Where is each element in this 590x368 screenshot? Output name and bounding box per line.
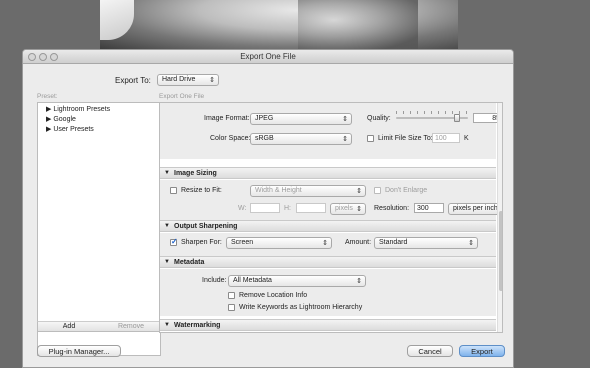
size-unit-value: pixels (335, 205, 353, 212)
size-unit-select[interactable]: pixels ⇕ (330, 203, 366, 215)
preset-label: Preset: (37, 93, 58, 100)
photo-hair (298, 0, 418, 50)
include-metadata-value: All Metadata (233, 277, 272, 284)
preset-item-lightroom[interactable]: ▶ Lightroom Presets (46, 105, 110, 113)
export-one-file-label: Export One File (159, 93, 205, 100)
disclosure-triangle-icon[interactable]: ▶ (46, 126, 51, 133)
resolution-label: Resolution: (374, 205, 410, 212)
image-sizing-title: Image Sizing (174, 170, 217, 177)
background-photo (100, 0, 458, 50)
export-to-select[interactable]: Hard Drive ⇕ (157, 74, 219, 86)
image-format-label: Image Format: (204, 115, 250, 122)
photo-hand (100, 0, 134, 40)
popup-arrow-icon: ⇕ (342, 136, 348, 143)
preset-label-google: Google (53, 116, 76, 123)
remove-location-checkbox[interactable] (228, 292, 235, 299)
quality-slider-knob[interactable] (454, 114, 461, 122)
image-format-select[interactable]: JPEG ⇕ (250, 113, 352, 125)
resolution-unit-select[interactable]: pixels per inch ⇕ (448, 203, 503, 215)
include-metadata-select[interactable]: All Metadata ⇕ (228, 275, 366, 287)
popup-arrow-icon: ⇕ (322, 240, 328, 247)
disclosure-triangle-icon[interactable]: ▶ (46, 116, 51, 123)
watermarking-header[interactable]: Watermarking (160, 319, 496, 331)
amount-select[interactable]: Standard ⇕ (374, 237, 478, 249)
popup-arrow-icon: ⇕ (356, 278, 362, 285)
sharpen-for-label: Sharpen For: (181, 239, 222, 246)
popup-arrow-icon: ⇕ (342, 116, 348, 123)
popup-arrow-icon: ⇕ (502, 205, 503, 213)
height-input[interactable] (296, 203, 326, 213)
sharpen-for-value: Screen (231, 239, 254, 246)
export-button[interactable]: Export (459, 345, 505, 357)
metadata-header[interactable]: Metadata (160, 256, 496, 268)
width-input[interactable] (250, 203, 280, 213)
export-to-value: Hard Drive (162, 76, 196, 83)
cancel-button[interactable]: Cancel (407, 345, 453, 357)
image-sizing-header[interactable]: Image Sizing (160, 167, 496, 179)
write-keywords-label: Write Keywords as Lightroom Hierarchy (239, 304, 363, 311)
limit-file-size-checkbox[interactable] (367, 135, 374, 142)
limit-file-size-unit: K (464, 135, 469, 142)
write-keywords-checkbox[interactable] (228, 304, 235, 311)
preset-list: ▶ Lightroom Presets ▶ Google ▶ User Pres… (37, 102, 161, 356)
output-sharpening-title: Output Sharpening (174, 223, 238, 230)
sharpen-for-checkbox[interactable] (170, 237, 178, 246)
metadata-body: Include: All Metadata ⇕ Remove Location … (160, 269, 496, 316)
include-label: Include: (202, 277, 227, 284)
preset-label-lightroom: Lightroom Presets (53, 106, 111, 113)
resize-mode-value: Width & Height (255, 187, 302, 194)
amount-value: Standard (379, 239, 408, 246)
output-sharpening-header[interactable]: Output Sharpening (160, 220, 496, 232)
scrollbar-thumb[interactable] (499, 211, 502, 291)
file-settings-body: Image Format: JPEG ⇕ Quality: 85 Color S… (160, 103, 502, 159)
remove-location-label: Remove Location Info (239, 292, 308, 299)
limit-file-size-input[interactable]: 100 (432, 133, 460, 143)
remove-preset-button[interactable]: Remove (100, 323, 162, 330)
add-preset-button[interactable]: Add (38, 323, 100, 330)
settings-scrollbar[interactable] (497, 103, 502, 332)
preset-item-google[interactable]: ▶ Google (46, 115, 76, 123)
title-bar: Export One File (23, 50, 513, 64)
dont-enlarge-checkbox[interactable] (374, 187, 381, 194)
height-label: H: (284, 205, 291, 212)
color-space-label: Color Space: (210, 135, 251, 142)
export-dialog: Export One File Export To: Hard Drive ⇕ … (22, 49, 514, 368)
resize-mode-select[interactable]: Width & Height ⇕ (250, 185, 366, 197)
preset-item-user[interactable]: ▶ User Presets (46, 125, 94, 133)
window-title: Export One File (240, 52, 296, 61)
resize-to-fit-label: Resize to Fit: (181, 187, 222, 194)
preset-footer: Add Remove (37, 321, 161, 332)
resolution-input[interactable]: 300 (414, 203, 444, 213)
image-format-value: JPEG (255, 115, 274, 122)
popup-arrow-icon: ⇕ (356, 188, 362, 195)
popup-arrow-icon: ⇕ (209, 77, 215, 84)
resolution-unit-value: pixels per inch (453, 205, 498, 212)
dont-enlarge-label: Don't Enlarge (385, 187, 428, 194)
amount-label: Amount: (345, 239, 372, 246)
popup-arrow-icon: ⇕ (468, 240, 474, 247)
color-space-value: sRGB (255, 135, 274, 142)
disclosure-triangle-icon[interactable]: ▶ (46, 106, 51, 113)
image-sizing-body: Resize to Fit: Width & Height ⇕ Don't En… (160, 180, 502, 220)
export-to-label: Export To: (115, 76, 151, 85)
preset-label-user: User Presets (53, 126, 94, 133)
output-sharpening-body: Sharpen For: Screen ⇕ Amount: Standard ⇕ (160, 233, 496, 256)
plugin-manager-button[interactable]: Plug-in Manager... (37, 345, 121, 357)
color-space-select[interactable]: sRGB ⇕ (250, 133, 352, 145)
width-label: W: (238, 205, 247, 212)
watermarking-title: Watermarking (174, 322, 221, 329)
limit-file-size-label: Limit File Size To: (378, 135, 433, 142)
metadata-title: Metadata (174, 259, 205, 266)
export-settings-panel: Image Format: JPEG ⇕ Quality: 85 Color S… (159, 102, 503, 333)
quality-label: Quality: (367, 115, 391, 122)
sharpen-for-select[interactable]: Screen ⇕ (226, 237, 332, 249)
popup-arrow-icon: ⇕ (356, 206, 362, 213)
resize-to-fit-checkbox[interactable] (170, 187, 177, 194)
